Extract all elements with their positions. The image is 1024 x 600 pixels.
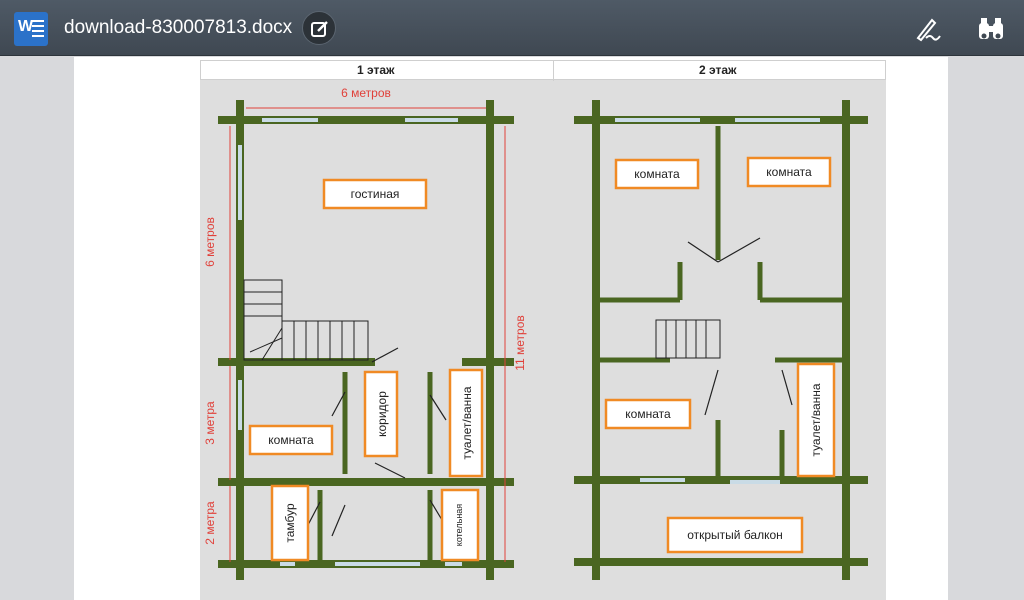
word-app-icon: W: [14, 12, 48, 46]
floor-2-doors: [687, 237, 793, 416]
floor-plan-header: [200, 60, 886, 81]
room-boiler: котельная: [454, 504, 464, 546]
dimension-left-upper: 6 метров: [203, 217, 217, 267]
room-living: гостиная: [351, 187, 400, 201]
room-floor1-bathroom: туалет/ванна: [460, 386, 474, 459]
room-floor2-bathroom: туалет/ванна: [809, 383, 823, 456]
ink-pen-button[interactable]: [912, 14, 942, 44]
room-floor2-bedroom-3: комната: [625, 407, 671, 421]
document-title: download-830007813.docx: [64, 17, 293, 38]
find-button[interactable]: [976, 14, 1006, 44]
floor-2-title: 2 этаж: [699, 63, 737, 77]
dimension-right-total: 11 метров: [513, 315, 527, 371]
app-toolbar: W download-830007813.docx: [0, 0, 1024, 56]
floor-1-stairs: [243, 279, 369, 361]
room-corridor: коридор: [375, 391, 389, 437]
room-open-balcony: открытый балкон: [687, 528, 783, 542]
room-floor2-bedroom-1: комната: [634, 167, 680, 181]
floor-2-stairs: [655, 319, 721, 359]
dimension-left-lower: 2 метра: [203, 501, 217, 545]
room-vestibule: тамбур: [283, 503, 297, 543]
room-floor2-bedroom-2: комната: [766, 165, 812, 179]
binoculars-icon: [979, 18, 1003, 39]
dimension-left-middle: 3 метра: [203, 401, 217, 445]
edit-button[interactable]: [302, 11, 336, 45]
ink-pen-icon: [916, 18, 941, 42]
floor-1-title: 1 этаж: [357, 63, 395, 77]
floor-plan-drawing: 6 метров 6 метров 3 метра 2 метра 11 мет…: [203, 86, 868, 580]
edit-icon: [311, 21, 328, 37]
room-floor1-bedroom: комната: [268, 433, 314, 447]
dimension-top: 6 метров: [341, 86, 391, 100]
